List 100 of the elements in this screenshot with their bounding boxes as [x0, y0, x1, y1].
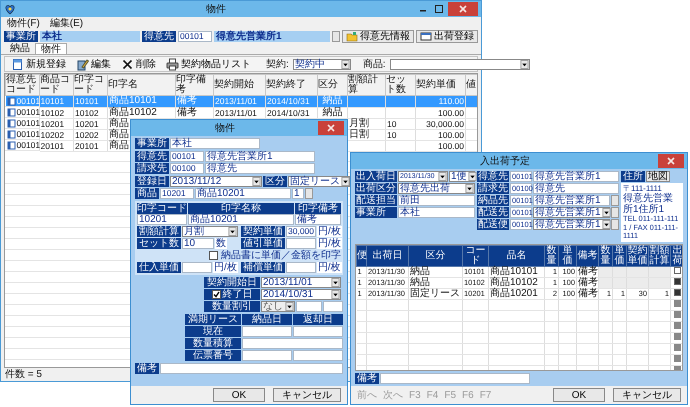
table-row[interactable]: 0010110102 10102 商品10102 備考 2013/11/01 2014/10/31 納品 100.00	[6, 107, 477, 118]
text-field[interactable]	[323, 301, 343, 312]
column-header[interactable]: 契約単価	[416, 74, 466, 96]
column-header[interactable]: 契約開始	[214, 74, 266, 96]
column-header[interactable]: 割額計算	[648, 245, 670, 266]
app-icon	[4, 3, 16, 15]
column-header[interactable]: 区分	[408, 245, 462, 266]
column-header[interactable]: 単価	[612, 245, 626, 266]
text-field[interactable]: 00101	[178, 30, 212, 42]
text-field[interactable]: 10	[182, 238, 214, 249]
text-field[interactable]	[160, 363, 343, 374]
text-field[interactable]	[293, 326, 343, 337]
column-header[interactable]: 契約終了	[266, 74, 318, 96]
text-field[interactable]	[296, 301, 322, 312]
map-button[interactable]: 地図	[646, 171, 670, 182]
tab[interactable]: 物件	[35, 43, 67, 54]
field-label: 事業所	[355, 207, 397, 218]
dialog-button[interactable]: キャンセル	[613, 388, 681, 402]
toolbar-button[interactable]: 削除	[118, 58, 159, 70]
document-icon	[6, 96, 16, 106]
column-header[interactable]: 得意先コード	[6, 74, 40, 96]
text-field[interactable]: 10201	[160, 188, 194, 199]
maximize-icon[interactable]	[432, 3, 446, 15]
column-header[interactable]: 品名	[488, 245, 544, 266]
text-field[interactable]: 商品10201	[195, 188, 291, 199]
close-button[interactable]	[658, 154, 684, 168]
column-header[interactable]: 値	[466, 74, 477, 96]
text-field[interactable]	[182, 262, 212, 273]
column-header[interactable]: 契約単価	[626, 245, 648, 266]
text-field[interactable]: 得意先	[533, 183, 619, 194]
text-field[interactable]: 得意先営業所1	[533, 195, 610, 206]
close-button[interactable]	[448, 2, 478, 16]
column-header[interactable]: 数量	[598, 245, 612, 266]
text-field[interactable]: 前田	[398, 195, 475, 206]
checkbox[interactable]	[674, 267, 681, 274]
text-field[interactable]	[286, 238, 316, 249]
field-label: 備考	[355, 373, 379, 384]
dropdown[interactable]: 得意先営業所1	[533, 219, 610, 230]
text-field[interactable]: 00100	[170, 163, 204, 174]
dropdown[interactable]: 固定リース	[288, 176, 350, 187]
column-header[interactable]: 出荷	[670, 245, 682, 266]
dropdown[interactable]: なし	[261, 301, 295, 312]
window-title: 物件	[205, 4, 227, 14]
dialog-button[interactable]: OK	[213, 388, 265, 402]
toolbar-button[interactable]: 出荷登録	[416, 30, 478, 42]
dropdown[interactable]: 2013/11/01	[261, 277, 341, 288]
column-header[interactable]: 割額計算	[348, 74, 386, 96]
checkbox[interactable]	[212, 290, 220, 299]
dropdown[interactable]: 1便	[449, 171, 475, 182]
text-field[interactable]: 00101	[170, 151, 204, 162]
column-header[interactable]: 印字名	[108, 74, 176, 96]
text-field[interactable]: 得意先	[205, 163, 315, 174]
dropdown[interactable]: 契約中	[292, 58, 351, 70]
text-field[interactable]: 10201	[137, 214, 187, 225]
checkbox[interactable]	[674, 278, 681, 286]
field-label: 値引単価	[241, 238, 285, 249]
text-field[interactable]	[242, 326, 292, 337]
column-header[interactable]: セット数	[386, 74, 416, 96]
browse-button[interactable]	[332, 30, 340, 42]
text-field[interactable]	[242, 350, 292, 361]
checkbox[interactable]	[209, 251, 218, 260]
window-icon	[420, 31, 432, 41]
menu-item[interactable]: 編集(E)	[50, 18, 84, 28]
text-field[interactable]: 得意先営業所1	[205, 151, 315, 162]
text-field[interactable]: 1	[292, 188, 304, 199]
text-field[interactable]: 得意先営業所1	[533, 171, 619, 182]
text-field[interactable]	[286, 262, 316, 273]
column-header[interactable]: 備考	[576, 245, 598, 266]
table-cell: 商品10201	[488, 288, 544, 299]
text-field[interactable]: 本社	[398, 207, 475, 218]
tab[interactable]: 納品	[5, 43, 35, 54]
text-field[interactable]	[380, 373, 530, 384]
column-header[interactable]: 区分	[318, 74, 348, 96]
text-field[interactable]: 本社	[170, 138, 260, 149]
toolbar-button[interactable]: 契約物品リスト	[163, 58, 254, 70]
toolbar-button[interactable]: 編集	[73, 58, 114, 70]
dropdown[interactable]: 月割	[182, 226, 238, 237]
text-field[interactable]	[242, 338, 343, 349]
menu-item[interactable]: 物件(F)	[7, 18, 40, 28]
toolbar-button[interactable]: 新規登録	[8, 58, 69, 70]
dropdown[interactable]: 2014/10/31	[261, 289, 341, 300]
text-field[interactable]: 備考	[295, 214, 341, 225]
column-header[interactable]: 単価	[558, 245, 576, 266]
close-button[interactable]	[318, 121, 344, 135]
text-field[interactable]	[293, 350, 343, 361]
field-label: 出荷区分	[355, 183, 397, 194]
column-header[interactable]: 出荷日	[366, 245, 408, 266]
text-field[interactable]: 商品10201	[188, 214, 294, 225]
column-header[interactable]: コード	[462, 245, 488, 266]
checkbox[interactable]	[674, 289, 681, 296]
browse-button[interactable]	[305, 188, 313, 199]
dropdown[interactable]: 得意先営業所1	[533, 207, 610, 218]
column-header[interactable]: 便	[356, 245, 366, 266]
toolbar-button[interactable]: 得意先情報	[342, 30, 414, 42]
dialog-button[interactable]: OK	[553, 388, 605, 402]
column-header[interactable]: 数量	[544, 245, 558, 266]
text-field[interactable]: 30,000	[286, 226, 316, 237]
dialog-button[interactable]: キャンセル	[273, 388, 341, 402]
dropdown[interactable]: 得意先出荷	[398, 183, 475, 194]
dropdown[interactable]: 2013/11/12	[170, 176, 262, 187]
